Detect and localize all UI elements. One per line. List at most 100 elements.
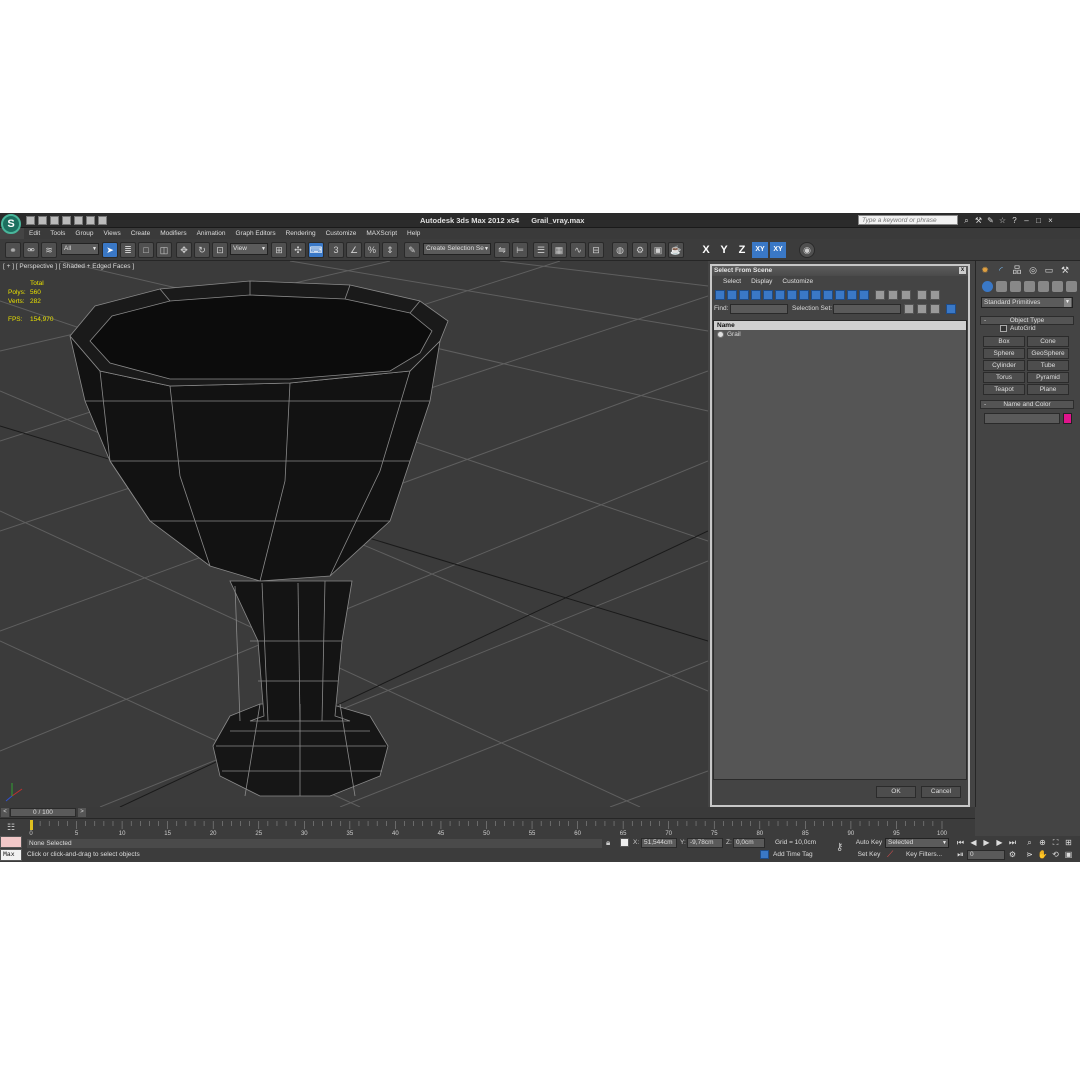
track-bar[interactable]: ☷ 0 5 10 15 20 25 30 35 40 45 50 55 60 65 70 75 80 85 90 95… — [0, 818, 975, 837]
display-spacewarps-icon[interactable] — [775, 290, 785, 300]
filter-icon[interactable] — [917, 290, 927, 300]
rendered-frame-window-icon[interactable]: ▣ — [650, 242, 666, 258]
box-button[interactable]: Box — [983, 336, 1025, 347]
application-button[interactable]: S — [1, 214, 21, 234]
display-hidden-icon[interactable] — [847, 290, 857, 300]
display-bones-icon[interactable] — [811, 290, 821, 300]
subscription-icon[interactable]: ⚒ — [974, 216, 983, 225]
window-crossing-icon[interactable]: ◫ — [156, 242, 172, 258]
schematic-view-icon[interactable]: ⊟ — [588, 242, 604, 258]
y-coord-field[interactable]: -9,78cm — [687, 838, 723, 848]
display-geometry-icon[interactable] — [715, 290, 725, 300]
checkbox-icon[interactable] — [1000, 325, 1007, 332]
systems-category-icon[interactable] — [1066, 281, 1077, 292]
time-slider[interactable]: < 0 / 100 > — [0, 807, 975, 818]
absolute-mode-icon[interactable] — [620, 838, 629, 847]
z-coord-field[interactable]: 0,0cm — [733, 838, 765, 848]
named-selection-set-dropdown[interactable]: Create Selection Se — [423, 243, 491, 255]
sphere-button[interactable]: Sphere — [983, 348, 1025, 359]
pan-view-icon[interactable]: ✋ — [1037, 850, 1048, 860]
menu-animation[interactable]: Animation — [192, 228, 231, 239]
ok-button[interactable]: OK — [876, 786, 916, 798]
create-tab-icon[interactable]: ✹ — [979, 264, 991, 276]
menu-modifiers[interactable]: Modifiers — [155, 228, 191, 239]
restrict-xy-button[interactable]: XY — [752, 242, 768, 258]
select-by-name-icon[interactable]: ≣ — [120, 242, 136, 258]
select-object-icon[interactable]: ➤ — [102, 242, 118, 258]
column-header-name[interactable]: Name — [714, 321, 966, 330]
rotate-icon[interactable]: ↻ — [194, 242, 210, 258]
selection-set-add-icon[interactable] — [904, 304, 914, 314]
shapes-category-icon[interactable] — [996, 281, 1007, 292]
open-file-icon[interactable] — [38, 216, 47, 225]
dialog-title-bar[interactable]: Select From Scene x — [712, 266, 968, 276]
undo-icon[interactable] — [62, 216, 71, 225]
helpers-category-icon[interactable] — [1038, 281, 1049, 292]
redo-icon[interactable] — [74, 216, 83, 225]
key-filter-icon[interactable]: ⟋ — [887, 849, 893, 860]
cameras-category-icon[interactable] — [1024, 281, 1035, 292]
object-type-rollout[interactable]: - Object Type — [980, 316, 1074, 325]
menu-rendering[interactable]: Rendering — [281, 228, 321, 239]
selection-set-edit-icon[interactable] — [917, 304, 927, 314]
menu-tools[interactable]: Tools — [45, 228, 70, 239]
menu-maxscript[interactable]: MAXScript — [361, 228, 402, 239]
binoculars-icon[interactable]: ⌕ — [962, 216, 971, 225]
autogrid-checkbox[interactable]: AutoGrid — [1000, 325, 1036, 332]
display-all-icon[interactable] — [859, 290, 869, 300]
object-color-swatch[interactable] — [1063, 413, 1072, 424]
set-key-button[interactable]: Set Key — [854, 850, 884, 860]
list-item[interactable]: Grail — [714, 330, 966, 339]
cone-button[interactable]: Cone — [1027, 336, 1069, 347]
menu-group[interactable]: Group — [70, 228, 98, 239]
viewport-label-menu[interactable]: [ + ] [ Perspective ] [ Shaded + Edged F… — [3, 263, 134, 270]
select-manipulate-icon[interactable]: ✣ — [290, 242, 306, 258]
hierarchy-tab-icon[interactable]: 品 — [1011, 264, 1023, 276]
layer-manager-icon[interactable]: ☰ — [533, 242, 549, 258]
new-file-icon[interactable] — [26, 216, 35, 225]
highlight-selected-icon[interactable] — [946, 304, 956, 314]
display-tab-icon[interactable]: ▭ — [1043, 264, 1055, 276]
align-icon[interactable]: ⊨ — [512, 242, 528, 258]
selection-lock-icon[interactable]: 🔒︎ — [606, 838, 610, 848]
teapot-button[interactable]: Teapot — [983, 384, 1025, 395]
pyramid-button[interactable]: Pyramid — [1027, 372, 1069, 383]
cylinder-button[interactable]: Cylinder — [983, 360, 1025, 371]
scale-icon[interactable]: ⊡ — [212, 242, 228, 258]
material-editor-icon[interactable]: ◍ — [612, 242, 628, 258]
close-icon[interactable]: × — [1046, 216, 1055, 225]
menu-views[interactable]: Views — [98, 228, 125, 239]
plane-button[interactable]: Plane — [1027, 384, 1069, 395]
previous-frame-icon[interactable]: ◀ — [968, 838, 979, 848]
menu-customize[interactable]: Customize — [321, 228, 362, 239]
dialog-menu-display[interactable]: Display — [746, 276, 777, 288]
next-frame-icon[interactable]: ▶ — [994, 838, 1005, 848]
spacewarps-category-icon[interactable] — [1052, 281, 1063, 292]
reference-coordinate-dropdown[interactable]: View — [230, 243, 268, 255]
dialog-close-button[interactable]: x — [959, 267, 966, 274]
go-to-start-icon[interactable]: ⏮ — [955, 838, 966, 848]
help-search-input[interactable]: Type a keyword or phrase — [858, 215, 958, 225]
restrict-x-button[interactable]: X — [698, 242, 714, 258]
curve-editor-icon[interactable]: ∿ — [570, 242, 586, 258]
save-file-icon[interactable] — [50, 216, 59, 225]
lights-category-icon[interactable] — [1010, 281, 1021, 292]
dialog-menu-customize[interactable]: Customize — [777, 276, 818, 288]
perspective-viewport[interactable]: [ + ] [ Perspective ] [ Shaded + Edged F… — [0, 261, 708, 807]
minimize-icon[interactable]: – — [1022, 216, 1031, 225]
zoom-extents-icon[interactable]: ⛶ — [1050, 838, 1061, 848]
current-frame-field[interactable]: 0 — [967, 850, 1005, 860]
name-and-color-rollout[interactable]: - Name and Color — [980, 400, 1074, 409]
filter-options-icon[interactable] — [930, 290, 940, 300]
rectangular-selection-icon[interactable]: □ — [138, 242, 154, 258]
select-none-icon[interactable] — [888, 290, 898, 300]
next-frame-arrow-icon[interactable]: > — [78, 808, 86, 817]
maxscript-output[interactable] — [0, 836, 22, 848]
zoom-all-icon[interactable]: ⊕ — [1037, 838, 1048, 848]
menu-graph-editors[interactable]: Graph Editors — [231, 228, 281, 239]
render-setup-icon[interactable]: ⚙ — [632, 242, 648, 258]
display-containers-icon[interactable] — [823, 290, 833, 300]
selection-set-dropdown[interactable] — [833, 304, 901, 314]
link-icon[interactable]: ⚭ — [5, 242, 21, 258]
maximize-icon[interactable]: □ — [1034, 216, 1043, 225]
